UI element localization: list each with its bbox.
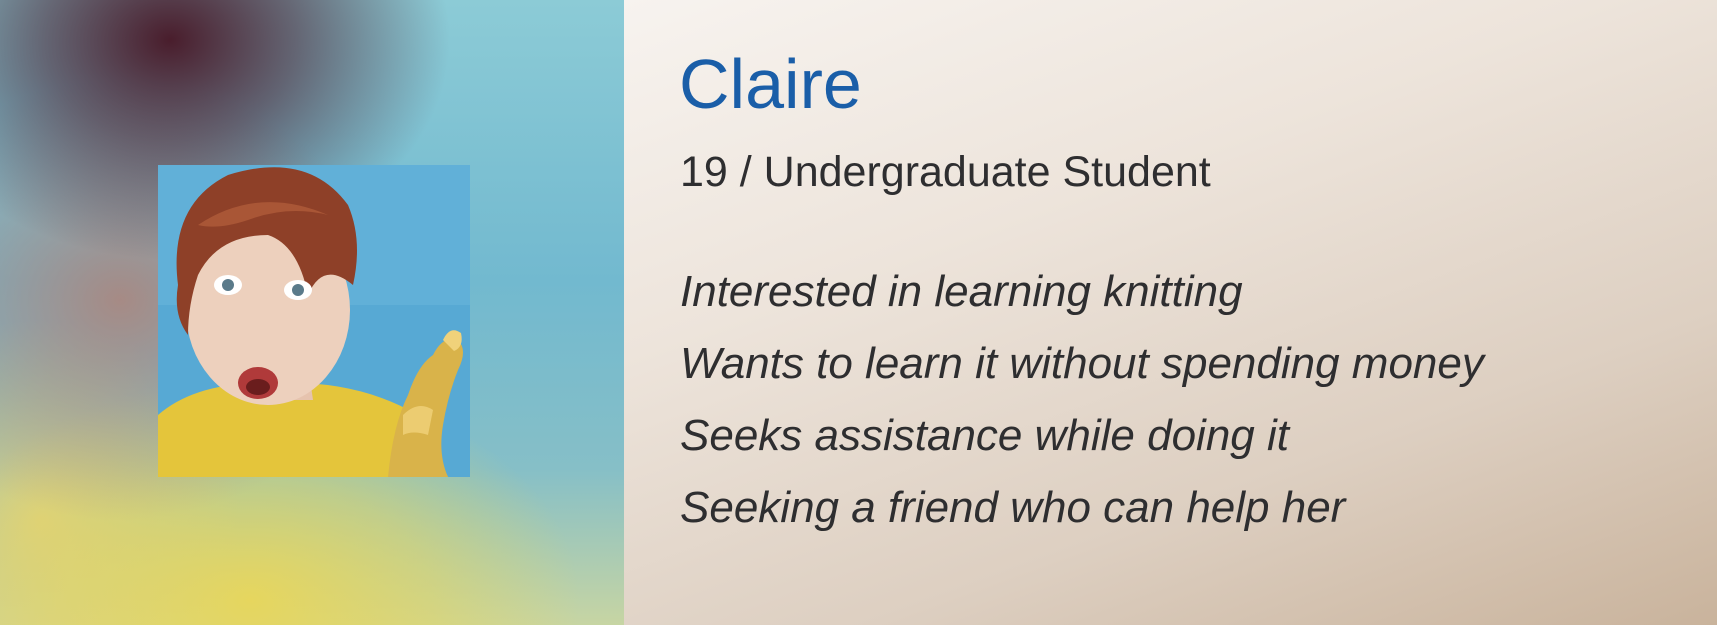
persona-traits: Interested in learning knitting Wants to… bbox=[680, 256, 1484, 544]
portrait-photo bbox=[158, 165, 470, 477]
trait-item: Interested in learning knitting bbox=[680, 267, 1243, 316]
persona-subtitle: 19 / Undergraduate Student bbox=[680, 148, 1211, 196]
persona-name: Claire bbox=[679, 45, 862, 123]
persona-details: Claire 19 / Undergraduate Student Intere… bbox=[624, 0, 1717, 625]
trait-item: Seeks assistance while doing it bbox=[680, 411, 1289, 460]
persona-card: Claire 19 / Undergraduate Student Intere… bbox=[0, 0, 1717, 625]
trait-item: Wants to learn it without spending money bbox=[680, 339, 1484, 388]
trait-item: Seeking a friend who can help her bbox=[680, 483, 1346, 532]
avatar bbox=[158, 165, 470, 477]
blurred-photo-background bbox=[0, 0, 624, 625]
